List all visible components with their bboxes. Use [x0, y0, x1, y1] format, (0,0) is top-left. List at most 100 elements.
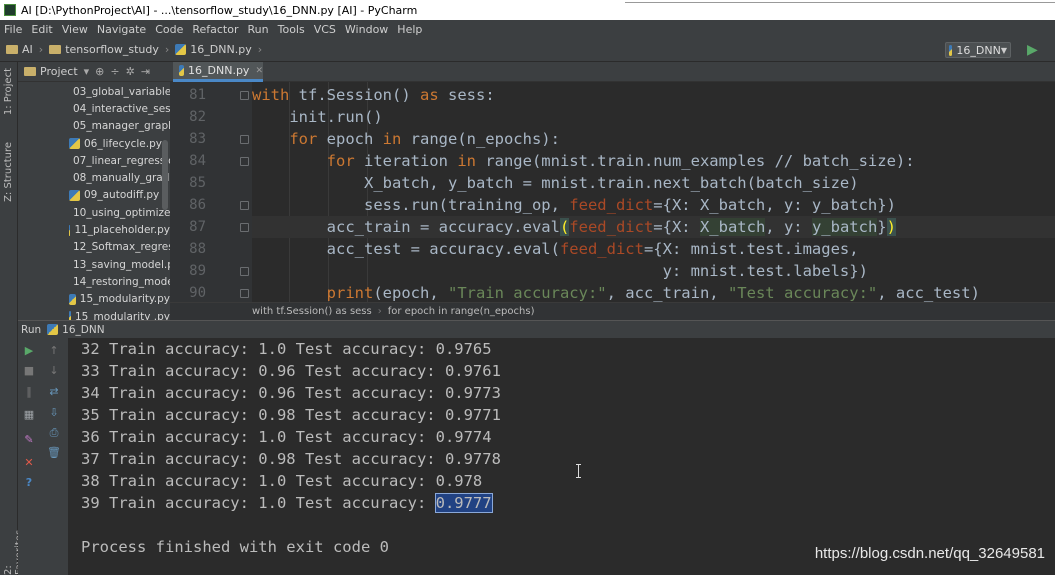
trash-icon[interactable]: 🗑 [47, 446, 61, 460]
project-scrollbar[interactable] [162, 140, 168, 210]
menu-file[interactable]: File [4, 23, 22, 36]
run-panel-label: Run [21, 323, 42, 336]
menu-view[interactable]: View [62, 23, 88, 36]
console-line: 38 Train accuracy: 1.0 Test accuracy: 0.… [81, 470, 482, 492]
code-editor[interactable]: with tf.Session() as sess: init.run() fo… [252, 82, 1055, 302]
code-token: iteration [363, 152, 458, 170]
menu-navigate[interactable]: Navigate [97, 23, 146, 36]
file-tree-item[interactable]: 15_modularity.py [18, 291, 170, 308]
breadcrumb-item[interactable]: with tf.Session() as sess [252, 306, 372, 317]
nav-file[interactable]: 16_DNN.py › [175, 43, 262, 56]
menu-vcs[interactable]: VCS [314, 23, 336, 36]
title-bar: AI [D:\PythonProject\AI] - ...\tensorflo… [0, 0, 1055, 20]
console-output[interactable]: 32 Train accuracy: 1.0 Test accuracy: 0.… [68, 338, 1055, 575]
editor-tab-bar: 16_DNN.py ✕ [170, 62, 1055, 82]
code-token: feed_dict [559, 240, 644, 258]
menu-code[interactable]: Code [155, 23, 183, 36]
file-tree-item-label: 07_linear_regression [73, 154, 170, 167]
close-icon[interactable]: ✕ [255, 66, 263, 76]
file-tree-item[interactable]: 11_placeholder.py [18, 221, 170, 238]
menu-bar: File Edit View Navigate Code Refactor Ru… [0, 20, 1055, 38]
collapse-icon[interactable]: ÷ [110, 65, 119, 78]
code-token: (epoch, [373, 284, 448, 302]
file-tree-item[interactable]: 08_manually_gradi [18, 169, 170, 186]
file-tree-item[interactable]: 03_global_variable [18, 83, 170, 100]
code-token: ={X: X_batch, y: y_batch}) [653, 196, 896, 214]
gear-icon[interactable]: ✲ [126, 65, 135, 78]
close-icon[interactable]: ✕ [22, 456, 36, 470]
project-panel-title[interactable]: Project [40, 65, 78, 78]
menu-refactor[interactable]: Refactor [192, 23, 238, 36]
file-tree-item[interactable]: 14_restoring_mode [18, 273, 170, 290]
layout-icon[interactable]: ▦ [22, 408, 36, 422]
exit-message: Process finished with exit code 0 [81, 538, 389, 556]
fold-marker-icon[interactable] [240, 201, 249, 210]
code-token: y: mnist.test.labels}) [252, 262, 868, 280]
chevron-down-icon[interactable]: ▾ [84, 65, 90, 78]
code-line: y: mnist.test.labels}) [252, 260, 868, 282]
file-tree-item[interactable]: 13_saving_model.p [18, 256, 170, 273]
hide-icon[interactable]: ⇥ [141, 65, 150, 78]
run-panel-config[interactable]: 16_DNN [62, 324, 104, 336]
code-token: ( [559, 218, 570, 236]
file-tree-item[interactable]: 09_autodiff.py [18, 187, 170, 204]
code-token: feed_dict [569, 196, 654, 214]
file-tree-item[interactable]: 12_Softmax_regres [18, 239, 170, 256]
file-tree-item-label: 14_restoring_mode [73, 275, 170, 288]
line-number: 86 [189, 197, 206, 213]
code-token: in [382, 130, 411, 148]
pin-icon[interactable]: ✎ [22, 433, 36, 447]
pycharm-icon [4, 4, 16, 16]
print-icon[interactable]: ⎙ [47, 426, 61, 440]
structure-tool-tab[interactable]: Z: Structure [3, 142, 14, 202]
fold-marker-icon[interactable] [240, 135, 249, 144]
file-tree-item[interactable]: 05_manager_graph [18, 118, 170, 135]
console-line-text: 36 Train accuracy: 1.0 Test accuracy: 0.… [81, 428, 492, 446]
arrow-up-icon[interactable]: ↑ [47, 344, 61, 358]
code-token: acc_train = accuracy.eval [252, 218, 560, 236]
chevron-right-icon: › [38, 43, 44, 56]
code-token: "Test accuracy:" [727, 284, 878, 302]
run-config-dropdown[interactable]: 16_DNN ▼ [945, 42, 1011, 58]
breadcrumb-item[interactable]: for epoch in range(n_epochs) [388, 306, 535, 317]
menu-tools[interactable]: Tools [278, 23, 305, 36]
menu-help[interactable]: Help [397, 23, 422, 36]
menu-run[interactable]: Run [248, 23, 269, 36]
file-tree-item[interactable]: 06_lifecycle.py [18, 135, 170, 152]
target-icon[interactable]: ⊕ [95, 65, 104, 78]
fold-marker-icon[interactable] [240, 267, 249, 276]
menu-window[interactable]: Window [345, 23, 388, 36]
file-tree-item[interactable]: 07_linear_regression [18, 152, 170, 169]
help-icon[interactable]: ? [22, 476, 36, 490]
file-tree-item-label: 05_manager_graph [73, 120, 170, 133]
code-token: in [457, 152, 486, 170]
run-button[interactable]: ▶ [1027, 42, 1041, 58]
nav-folder[interactable]: tensorflow_study › [49, 43, 169, 56]
fold-marker-icon[interactable] [240, 289, 249, 298]
fold-marker-icon[interactable] [240, 91, 249, 100]
code-token: as [420, 86, 448, 104]
folder-icon [6, 45, 18, 54]
pause-icon[interactable]: ‖ [22, 385, 36, 399]
fold-marker-icon[interactable] [240, 223, 249, 232]
arrow-down-icon[interactable]: ↓ [47, 364, 61, 378]
tab-16-dnn[interactable]: 16_DNN.py ✕ [173, 62, 263, 82]
python-file-icon [47, 324, 59, 335]
python-file-icon [69, 311, 71, 320]
python-file-icon [69, 138, 80, 150]
soft-wrap-icon[interactable]: ⇄ [47, 385, 61, 399]
menu-edit[interactable]: Edit [31, 23, 52, 36]
code-line: with tf.Session() as sess: [252, 84, 495, 106]
rerun-icon[interactable]: ▶ [22, 344, 36, 358]
code-token: range(n_epochs): [410, 130, 560, 148]
selected-text: 0.9777 [434, 493, 493, 513]
scroll-to-end-icon[interactable]: ⇩ [47, 406, 61, 420]
project-tool-tab[interactable]: 1: Project [3, 68, 14, 115]
fold-marker-icon[interactable] [240, 157, 249, 166]
nav-project[interactable]: AI › [6, 43, 43, 56]
file-tree-item[interactable]: 04_interactive_sess [18, 100, 170, 117]
stop-icon[interactable]: ■ [22, 364, 36, 378]
file-tree-item[interactable]: 15_modularity .py [18, 308, 170, 320]
file-tree-item-label: 13_saving_model.p [73, 258, 170, 271]
file-tree-item[interactable]: 10_using_optimize [18, 204, 170, 221]
